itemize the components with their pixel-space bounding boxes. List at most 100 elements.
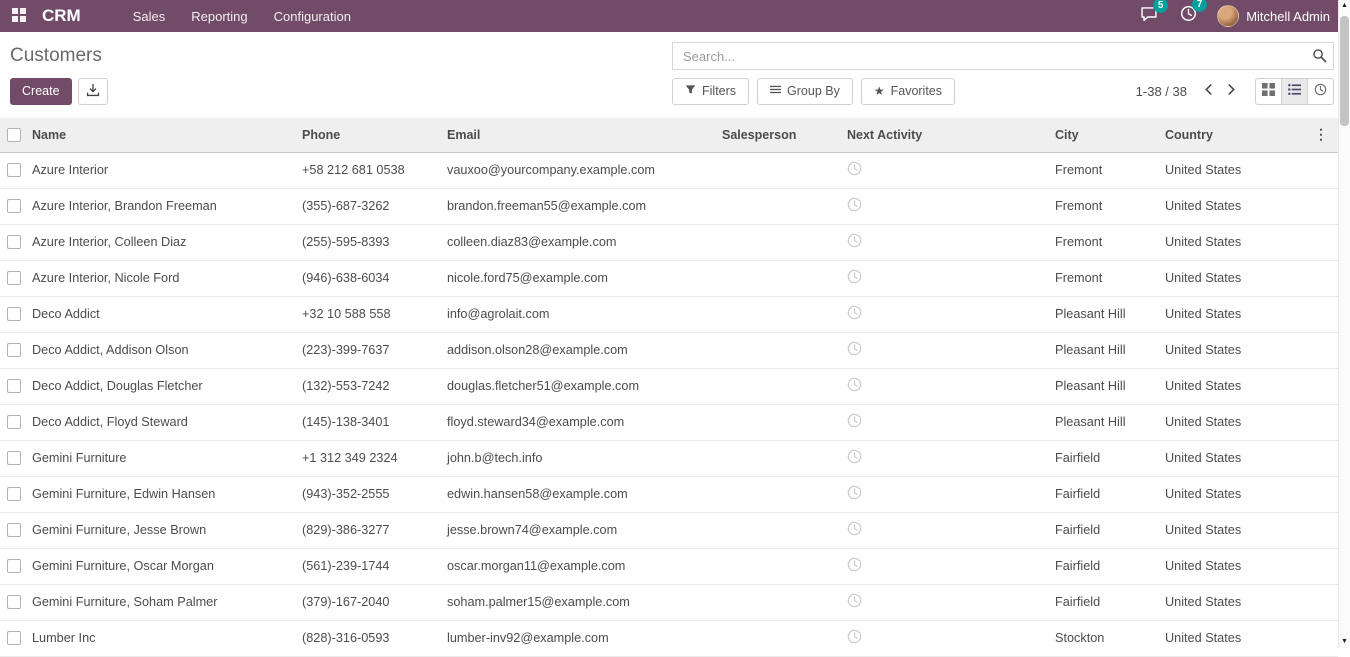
select-all-checkbox[interactable]: [7, 128, 21, 142]
cell-phone: +32 10 588 558: [298, 296, 443, 332]
row-checkbox[interactable]: [7, 595, 21, 609]
column-header-next-activity[interactable]: Next Activity: [843, 118, 1051, 152]
view-switcher: [1255, 78, 1334, 105]
list-view-button[interactable]: [1281, 78, 1308, 105]
activities-badge: 7: [1192, 0, 1207, 12]
cell-email: colleen.diaz83@example.com: [443, 224, 718, 260]
row-checkbox-cell: [0, 188, 28, 224]
column-header-salesperson[interactable]: Salesperson: [718, 118, 843, 152]
row-checkbox[interactable]: [7, 379, 21, 393]
search-options: Filters Group By ★ Favorites: [672, 78, 955, 105]
search-icon[interactable]: [1312, 48, 1327, 68]
cell-next-activity: [843, 440, 1051, 476]
cell-next-activity: [843, 584, 1051, 620]
next-activity-clock-icon[interactable]: [847, 449, 862, 464]
create-button[interactable]: Create: [10, 78, 72, 105]
row-checkbox[interactable]: [7, 631, 21, 645]
table-row[interactable]: Deco Addict, Floyd Steward (145)-138-340…: [0, 404, 1338, 440]
column-header-city[interactable]: City: [1051, 118, 1161, 152]
cell-email: addison.olson28@example.com: [443, 332, 718, 368]
menu-configuration[interactable]: Configuration: [274, 9, 351, 24]
row-checkbox[interactable]: [7, 199, 21, 213]
column-header-name[interactable]: Name: [28, 118, 298, 152]
next-activity-clock-icon[interactable]: [847, 485, 862, 500]
row-checkbox[interactable]: [7, 307, 21, 321]
column-header-country[interactable]: Country: [1161, 118, 1267, 152]
pager: 1-38 / 38: [1136, 80, 1241, 102]
export-button[interactable]: [78, 78, 108, 105]
cell-email: brandon.freeman55@example.com: [443, 188, 718, 224]
row-checkbox-cell: [0, 512, 28, 548]
app-title[interactable]: CRM: [42, 6, 81, 26]
table-row[interactable]: Deco Addict, Douglas Fletcher (132)-553-…: [0, 368, 1338, 404]
table-row[interactable]: Azure Interior +58 212 681 0538 vauxoo@y…: [0, 152, 1338, 188]
next-activity-clock-icon[interactable]: [847, 377, 862, 392]
activity-view-button[interactable]: [1307, 78, 1334, 105]
cell-country: United States: [1161, 296, 1267, 332]
column-header-phone[interactable]: Phone: [298, 118, 443, 152]
scrollbar-down-arrow[interactable]: ▼: [1339, 636, 1350, 648]
cell-country: United States: [1161, 512, 1267, 548]
next-activity-clock-icon[interactable]: [847, 629, 862, 644]
column-header-email[interactable]: Email: [443, 118, 718, 152]
table-row[interactable]: Gemini Furniture, Edwin Hansen (943)-352…: [0, 476, 1338, 512]
table-row[interactable]: Gemini Furniture, Soham Palmer (379)-167…: [0, 584, 1338, 620]
menu-sales[interactable]: Sales: [133, 9, 166, 24]
pager-next-button[interactable]: [1222, 80, 1241, 102]
row-checkbox[interactable]: [7, 559, 21, 573]
next-activity-clock-icon[interactable]: [847, 305, 862, 320]
user-menu[interactable]: Mitchell Admin: [1217, 5, 1330, 27]
next-activity-clock-icon[interactable]: [847, 161, 862, 176]
table-row[interactable]: Gemini Furniture +1 312 349 2324 john.b@…: [0, 440, 1338, 476]
next-activity-clock-icon[interactable]: [847, 413, 862, 428]
filters-button[interactable]: Filters: [672, 78, 749, 105]
row-checkbox[interactable]: [7, 523, 21, 537]
kanban-view-button[interactable]: [1255, 78, 1282, 105]
group-by-button[interactable]: Group By: [757, 78, 853, 105]
vertical-scrollbar[interactable]: ▲ ▼: [1338, 0, 1350, 648]
cell-options: [1267, 404, 1338, 440]
table-row[interactable]: Gemini Furniture, Jesse Brown (829)-386-…: [0, 512, 1338, 548]
apps-menu-button[interactable]: [6, 4, 32, 29]
row-checkbox-cell: [0, 404, 28, 440]
table-row[interactable]: Deco Addict +32 10 588 558 info@agrolait…: [0, 296, 1338, 332]
favorites-label: Favorites: [891, 84, 942, 98]
messages-button[interactable]: 5: [1138, 4, 1160, 29]
table-row[interactable]: Azure Interior, Colleen Diaz (255)-595-8…: [0, 224, 1338, 260]
top-navbar: CRM Sales Reporting Configuration 5 7 Mi…: [0, 0, 1338, 32]
next-activity-clock-icon[interactable]: [847, 557, 862, 572]
next-activity-clock-icon[interactable]: [847, 341, 862, 356]
table-row[interactable]: Lumber Inc (828)-316-0593 lumber-inv92@e…: [0, 620, 1338, 656]
table-row[interactable]: Gemini Furniture, Oscar Morgan (561)-239…: [0, 548, 1338, 584]
search-input[interactable]: [672, 42, 1334, 70]
row-checkbox[interactable]: [7, 451, 21, 465]
activities-button[interactable]: 7: [1178, 3, 1199, 29]
scrollbar-up-arrow[interactable]: ▲: [1339, 0, 1350, 12]
row-checkbox[interactable]: [7, 163, 21, 177]
row-checkbox[interactable]: [7, 343, 21, 357]
next-activity-clock-icon[interactable]: [847, 269, 862, 284]
row-checkbox[interactable]: [7, 487, 21, 501]
cell-name: Gemini Furniture: [28, 440, 298, 476]
chevron-right-icon: [1227, 83, 1236, 99]
page-title: Customers: [10, 45, 672, 67]
next-activity-clock-icon[interactable]: [847, 197, 862, 212]
scrollbar-thumb[interactable]: [1340, 16, 1349, 126]
cell-options: [1267, 584, 1338, 620]
cell-country: United States: [1161, 188, 1267, 224]
cell-city: Stockton: [1051, 620, 1161, 656]
row-checkbox[interactable]: [7, 415, 21, 429]
row-checkbox[interactable]: [7, 271, 21, 285]
table-row[interactable]: Azure Interior, Brandon Freeman (355)-68…: [0, 188, 1338, 224]
pager-previous-button[interactable]: [1199, 80, 1218, 102]
next-activity-clock-icon[interactable]: [847, 521, 862, 536]
menu-reporting[interactable]: Reporting: [191, 9, 247, 24]
next-activity-clock-icon[interactable]: [847, 593, 862, 608]
next-activity-clock-icon[interactable]: [847, 233, 862, 248]
column-options-icon[interactable]: ⋮: [1314, 126, 1328, 142]
table-row[interactable]: Azure Interior, Nicole Ford (946)-638-60…: [0, 260, 1338, 296]
table-row[interactable]: Deco Addict, Addison Olson (223)-399-763…: [0, 332, 1338, 368]
row-checkbox[interactable]: [7, 235, 21, 249]
cell-phone: (255)-595-8393: [298, 224, 443, 260]
favorites-button[interactable]: ★ Favorites: [861, 78, 955, 105]
